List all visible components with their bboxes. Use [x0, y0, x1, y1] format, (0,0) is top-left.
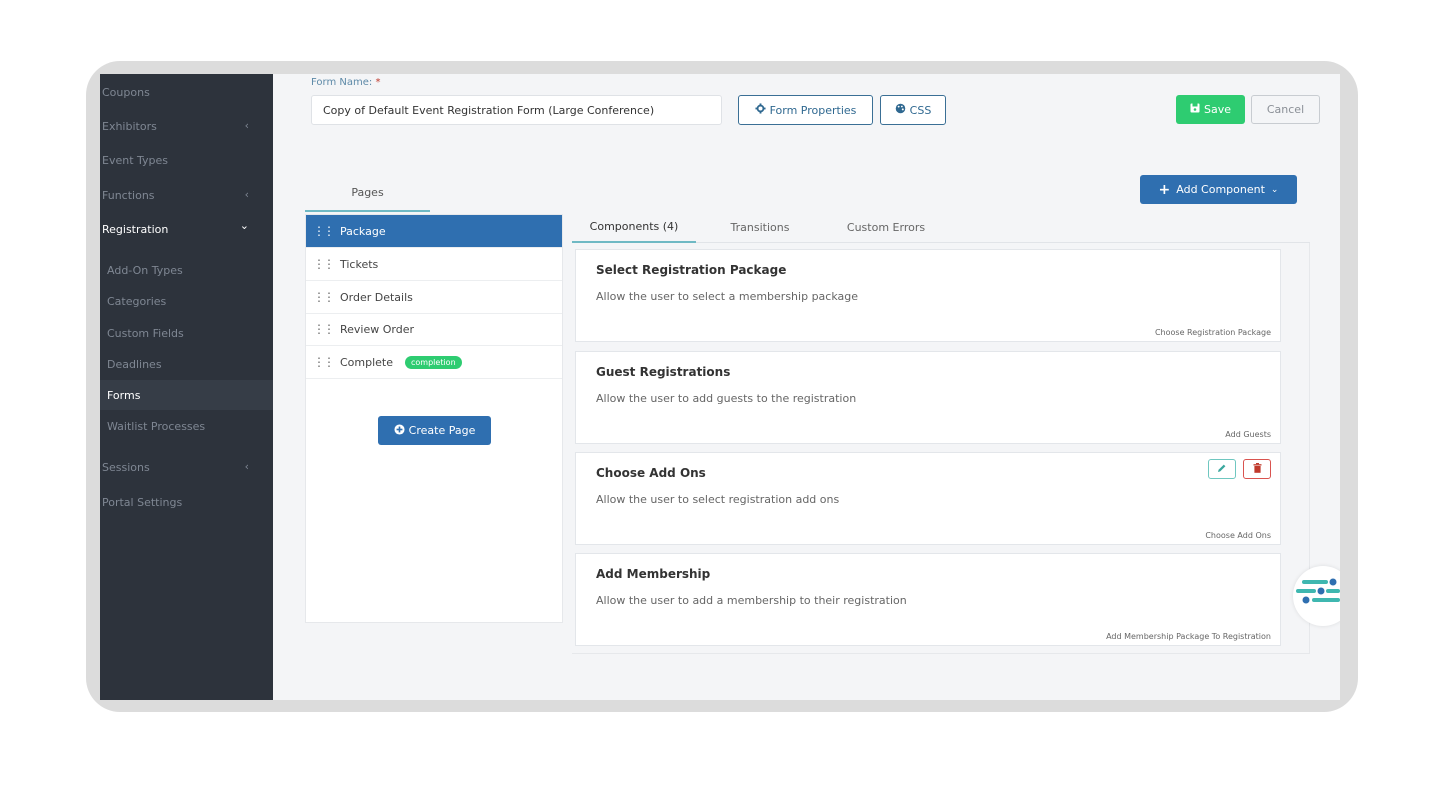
drag-handle-icon[interactable]: ⋮⋮ [306, 224, 340, 238]
completion-badge: completion [405, 355, 462, 369]
form-properties-button[interactable]: Form Properties [738, 95, 873, 125]
sidebar-subitem-add-on-types[interactable]: Add-On Types [100, 255, 273, 285]
css-button[interactable]: CSS [880, 95, 946, 125]
tab-components[interactable]: Components (4) [572, 212, 696, 243]
chevron-left-icon: ‹ [244, 119, 249, 132]
sidebar-item-label: Functions [102, 188, 155, 202]
page-item-tickets[interactable]: ⋮⋮ Tickets [306, 248, 562, 281]
sidebar-item-label: Sessions [102, 460, 150, 474]
sidebar-subitem-label: Forms [107, 388, 141, 402]
tab-custom-errors[interactable]: Custom Errors [826, 212, 946, 243]
plus-circle-icon [394, 423, 405, 438]
sidebar-item-coupons[interactable]: Coupons [100, 77, 273, 107]
sidebar-item-label: Portal Settings [102, 495, 183, 509]
sidebar-item-portal-settings[interactable]: Portal Settings [100, 487, 273, 517]
component-description: Allow the user to select a membership pa… [596, 290, 859, 303]
cancel-label: Cancel [1266, 103, 1305, 116]
page-item-label: Package [340, 224, 386, 238]
chevron-down-icon: ⌄ [239, 219, 249, 232]
component-key: Choose Add Ons [1205, 531, 1271, 540]
component-description: Allow the user to select registration ad… [596, 493, 840, 506]
drag-handle-icon[interactable]: ⋮⋮ [306, 290, 340, 304]
component-card[interactable]: Choose Add Ons Allow the user to select … [575, 452, 1281, 545]
create-page-button[interactable]: Create Page [378, 416, 491, 445]
sidebar-subitem-custom-fields[interactable]: Custom Fields [100, 318, 273, 348]
component-actions [1208, 459, 1271, 479]
sidebar-subitem-deadlines[interactable]: Deadlines [100, 349, 273, 379]
component-description: Allow the user to add guests to the regi… [596, 392, 857, 405]
sidebar-item-registration[interactable]: Registration ⌄ [100, 214, 273, 244]
component-title: Choose Add Ons [596, 466, 706, 480]
sidebar-item-sessions[interactable]: Sessions ‹ [100, 452, 273, 482]
page-item-review-order[interactable]: ⋮⋮ Review Order [306, 313, 562, 346]
component-title: Select Registration Package [596, 263, 787, 277]
sidebar-item-label: Exhibitors [102, 119, 157, 133]
chevron-left-icon: ‹ [244, 188, 249, 201]
drag-handle-icon[interactable]: ⋮⋮ [306, 355, 340, 369]
pencil-icon [1217, 463, 1227, 476]
page-item-order-details[interactable]: ⋮⋮ Order Details [306, 281, 562, 314]
chevron-left-icon: ‹ [244, 460, 249, 473]
sidebar-subitem-label: Add-On Types [107, 263, 183, 277]
component-tabs: Components (4) Transitions Custom Errors [572, 212, 1310, 243]
form-name-input[interactable] [311, 95, 722, 125]
chevron-down-icon: ⌄ [1270, 184, 1279, 195]
page-item-label: Tickets [340, 257, 379, 271]
help-widget-button[interactable] [1293, 566, 1340, 626]
add-component-label: Add Component [1176, 183, 1265, 196]
page-item-package[interactable]: ⋮⋮ Package [306, 215, 562, 248]
pages-panel: ⋮⋮ Package ⋮⋮ Tickets ⋮⋮ Order Details ⋮… [305, 214, 563, 623]
page-item-label: Complete [340, 355, 394, 369]
delete-component-button[interactable] [1243, 459, 1271, 479]
component-key: Add Guests [1225, 430, 1271, 439]
drag-handle-icon[interactable]: ⋮⋮ [306, 257, 340, 271]
components-list: Select Registration Package Allow the us… [572, 243, 1310, 654]
component-card[interactable]: Add Membership Allow the user to add a m… [575, 553, 1281, 646]
sidebar-subitem-label: Waitlist Processes [107, 419, 206, 433]
component-key: Choose Registration Package [1154, 328, 1271, 337]
sidebar-subitem-waitlist-processes[interactable]: Waitlist Processes [100, 411, 273, 441]
component-description: Allow the user to add a membership to th… [596, 594, 907, 607]
sidebar: Coupons Exhibitors ‹ Event Types Function… [100, 74, 273, 700]
page-item-label: Order Details [340, 290, 413, 304]
sidebar-item-label: Coupons [102, 85, 150, 99]
component-title: Guest Registrations [596, 365, 731, 379]
plus-icon: + [1158, 181, 1171, 198]
sidebar-item-label: Event Types [102, 153, 169, 167]
tab-transitions[interactable]: Transitions [700, 212, 820, 243]
form-name-label: Form Name: * [311, 77, 381, 88]
form-properties-label: Form Properties [769, 103, 857, 117]
gear-icon [755, 103, 766, 117]
sidebar-subitem-label: Categories [107, 294, 167, 308]
app-screen: Coupons Exhibitors ‹ Event Types Function… [100, 74, 1340, 700]
sidebar-subitem-label: Deadlines [107, 357, 162, 371]
edit-component-button[interactable] [1208, 459, 1236, 479]
brand-logo-icon [1296, 578, 1340, 604]
floppy-icon [1190, 103, 1200, 116]
component-title: Add Membership [596, 567, 711, 581]
component-card[interactable]: Guest Registrations Allow the user to ad… [575, 351, 1281, 444]
component-key: Add Membership Package To Registration [1106, 632, 1271, 641]
page-item-complete[interactable]: ⋮⋮ Complete completion [306, 346, 562, 379]
drag-handle-icon[interactable]: ⋮⋮ [306, 322, 340, 336]
sidebar-item-functions[interactable]: Functions ‹ [100, 180, 273, 210]
save-button[interactable]: Save [1176, 95, 1245, 124]
add-component-button[interactable]: + Add Component ⌄ [1140, 175, 1297, 204]
sidebar-subitem-forms[interactable]: Forms [100, 380, 273, 410]
sidebar-item-exhibitors[interactable]: Exhibitors ‹ [100, 111, 273, 141]
sidebar-subitem-categories[interactable]: Categories [100, 286, 273, 316]
save-label: Save [1203, 103, 1231, 116]
required-mark: * [375, 77, 381, 88]
cancel-button[interactable]: Cancel [1251, 95, 1320, 124]
css-label: CSS [909, 103, 932, 117]
sidebar-item-event-types[interactable]: Event Types [100, 145, 273, 175]
sidebar-item-label: Registration [102, 222, 169, 236]
sidebar-subitem-label: Custom Fields [107, 326, 184, 340]
trash-icon [1253, 462, 1262, 476]
create-page-label: Create Page [408, 424, 476, 437]
component-card[interactable]: Select Registration Package Allow the us… [575, 249, 1281, 342]
tab-pages[interactable]: Pages [305, 179, 430, 212]
palette-icon [895, 103, 906, 117]
page-item-label: Review Order [340, 322, 415, 336]
